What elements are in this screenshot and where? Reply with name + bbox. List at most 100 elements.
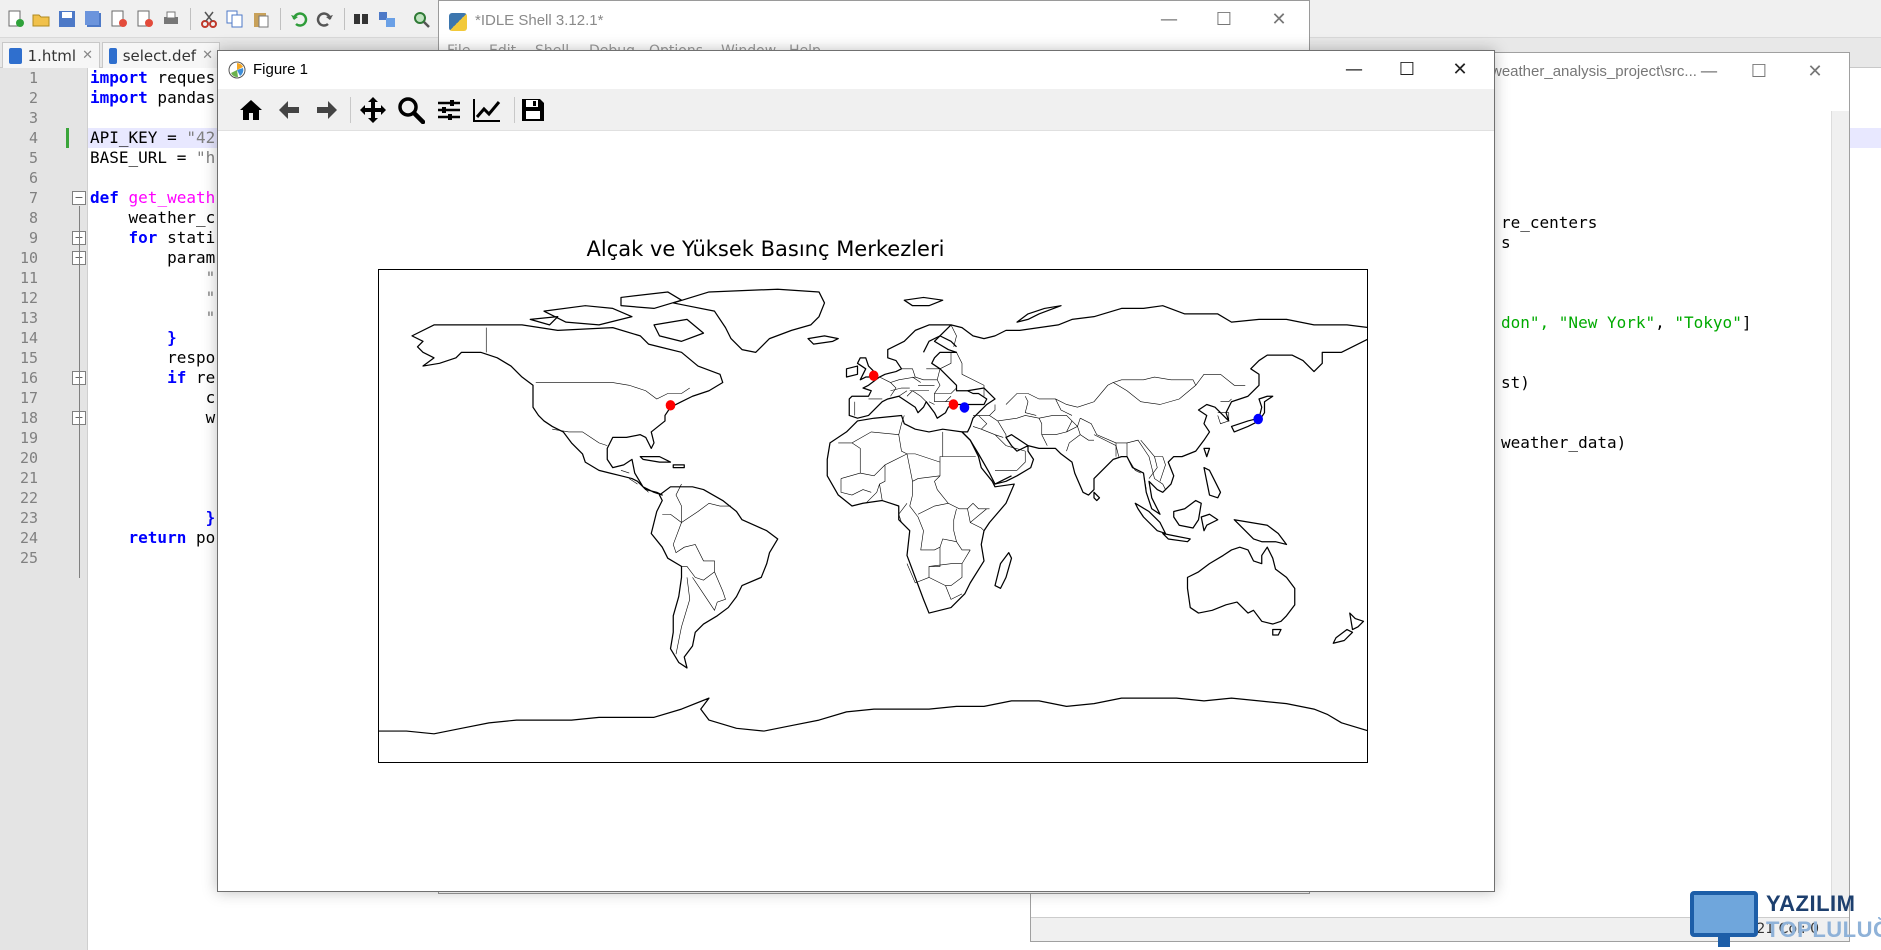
close-icon[interactable]: ✕	[202, 48, 213, 63]
pressure-center-point	[665, 400, 676, 411]
line-number: 1	[28, 69, 38, 87]
python-icon	[449, 13, 467, 31]
pressure-center-point	[868, 370, 879, 381]
close-icon[interactable]: ✕	[1440, 57, 1480, 81]
code-line: import pandas	[90, 88, 216, 107]
window-title: Figure 1	[253, 61, 309, 78]
fold-toggle[interactable]: −	[72, 191, 86, 205]
figure-toolbar	[218, 89, 1494, 131]
figure-window[interactable]: Figure 1 — ☐ ✕ Alçak ve Yüksek Basınç Me…	[217, 50, 1495, 892]
code-line: don", "New York", "Tokyo"]	[1501, 313, 1752, 332]
close-icon[interactable]: ✕	[1259, 7, 1299, 31]
cut-icon[interactable]	[198, 8, 220, 30]
vertical-scrollbar[interactable]	[1831, 111, 1849, 911]
home-icon[interactable]	[234, 93, 268, 127]
world-map	[379, 288, 1367, 735]
close-icon[interactable]: ✕	[82, 48, 93, 63]
find-icon[interactable]	[350, 8, 372, 30]
forward-icon[interactable]	[310, 93, 344, 127]
monitor-icon	[1690, 891, 1758, 937]
line-number: 6	[28, 169, 38, 187]
code-line: "	[90, 308, 216, 327]
close-all-icon[interactable]	[134, 8, 156, 30]
file-icon	[9, 47, 22, 64]
maximize-icon[interactable]: ☐	[1204, 7, 1244, 31]
code-line: }	[90, 328, 177, 347]
undo-icon[interactable]	[288, 8, 310, 30]
pressure-center-point	[948, 399, 959, 410]
line-number: 4	[28, 129, 38, 147]
minimize-icon[interactable]: —	[1689, 59, 1729, 83]
edit-axis-icon[interactable]	[470, 93, 504, 127]
paste-icon[interactable]	[250, 8, 272, 30]
tab-select-def[interactable]: select.def ✕	[102, 42, 220, 68]
line-number: 12	[19, 289, 38, 307]
save-all-icon[interactable]	[82, 8, 104, 30]
redo-icon[interactable]	[314, 8, 336, 30]
country-borders	[485, 324, 1246, 655]
code-line: weather_data)	[1501, 433, 1627, 452]
line-number: 2	[28, 89, 38, 107]
coastlines	[379, 288, 1367, 735]
tab-label: select.def	[122, 46, 197, 65]
desktop: 1.html ✕ select.def ✕ 1 2 3 4 5 6 7 8 9 …	[0, 0, 1881, 950]
figure-canvas[interactable]: Alçak ve Yüksek Basınç Merkezleri	[218, 131, 1494, 891]
line-number: 5	[28, 149, 38, 167]
line-number: 3	[28, 109, 38, 127]
window-titlebar[interactable]: *IDLE Shell 3.12.1* — ☐ ✕	[439, 1, 1309, 41]
line-number: 8	[28, 209, 38, 227]
code-line: weather_c	[90, 208, 216, 227]
yazilim-toplulugu-logo: YAZILIM TOPLULUĞU	[1690, 887, 1881, 950]
pan-icon[interactable]	[356, 93, 390, 127]
close-icon[interactable]: ✕	[1795, 59, 1835, 83]
line-number: 23	[19, 509, 38, 527]
line-number: 16	[19, 369, 38, 387]
line-number: 19	[19, 429, 38, 447]
copy-icon[interactable]	[224, 8, 246, 30]
print-icon[interactable]	[160, 8, 182, 30]
back-icon[interactable]	[272, 93, 306, 127]
line-number: 24	[19, 529, 38, 547]
zoom-in-icon[interactable]	[410, 8, 432, 30]
code-line: API_KEY = "42	[90, 128, 216, 147]
line-number: 10	[19, 249, 38, 267]
window-titlebar[interactable]: Figure 1 — ☐ ✕	[218, 51, 1494, 89]
code-line: re_centers	[1501, 213, 1598, 232]
code-line: import reques	[90, 68, 216, 87]
code-line: param	[90, 248, 216, 267]
line-number: 21	[19, 469, 38, 487]
replace-icon[interactable]	[376, 8, 398, 30]
code-line: respo	[90, 348, 216, 367]
code-line: "	[90, 288, 216, 307]
line-number: 13	[19, 309, 38, 327]
minimize-icon[interactable]: —	[1149, 7, 1189, 31]
new-file-icon[interactable]	[4, 8, 26, 30]
tab-label: 1.html	[27, 46, 77, 65]
logo-text: YAZILIM	[1766, 891, 1856, 916]
change-marker	[66, 128, 69, 148]
open-file-icon[interactable]	[30, 8, 52, 30]
code-line: for stati	[90, 228, 216, 247]
line-number: 17	[19, 389, 38, 407]
save-file-icon[interactable]	[56, 8, 78, 30]
code-line: return po	[90, 528, 216, 547]
line-number: 9	[28, 229, 38, 247]
code-line: BASE_URL = "h	[90, 148, 216, 167]
code-line: st)	[1501, 373, 1530, 392]
save-icon[interactable]	[516, 93, 550, 127]
code-line: c	[90, 388, 216, 407]
zoom-icon[interactable]	[394, 93, 428, 127]
map-axes[interactable]	[378, 269, 1368, 763]
matplotlib-icon	[228, 61, 246, 79]
window-title: weather_analysis_project\src...	[1491, 63, 1697, 80]
configure-subplots-icon[interactable]	[432, 93, 466, 127]
code-line: if re	[90, 368, 216, 387]
file-icon	[109, 47, 117, 64]
maximize-icon[interactable]: ☐	[1739, 59, 1779, 83]
line-number: 20	[19, 449, 38, 467]
close-file-icon[interactable]	[108, 8, 130, 30]
tab-1-html[interactable]: 1.html ✕	[2, 42, 100, 68]
minimize-icon[interactable]: —	[1334, 57, 1374, 81]
window-title: *IDLE Shell 3.12.1*	[475, 12, 604, 29]
maximize-icon[interactable]: ☐	[1387, 57, 1427, 81]
